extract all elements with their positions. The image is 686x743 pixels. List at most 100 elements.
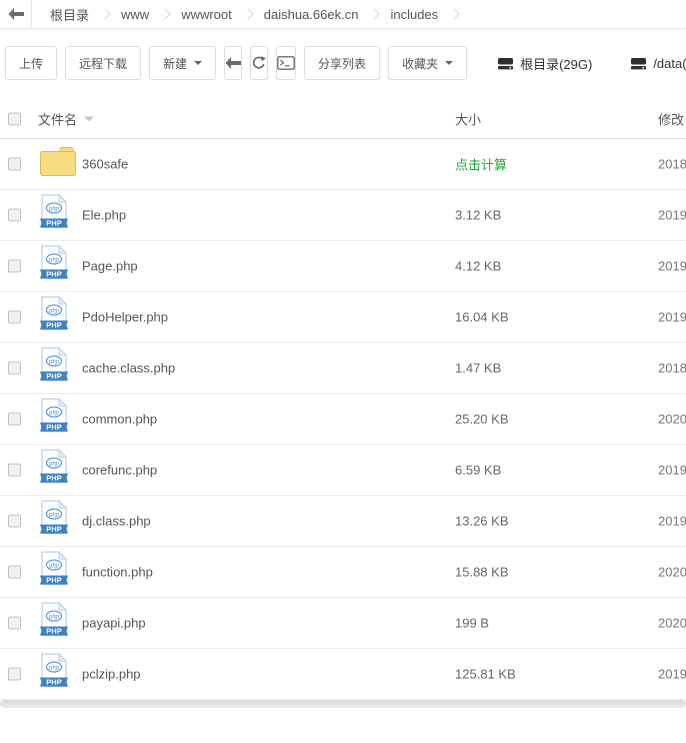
table-row[interactable]: php PHP common.php 25.20 KB 2020 (0, 394, 686, 445)
favorites-button-label: 收藏夹 (402, 55, 438, 72)
column-header-size[interactable]: 大小 (455, 109, 481, 128)
terminal-button[interactable] (276, 46, 296, 80)
row-checkbox[interactable] (8, 668, 21, 681)
new-dropdown-button[interactable]: 新建 (149, 46, 216, 80)
breadcrumb-item-wwwroot[interactable]: wwwroot (167, 7, 246, 22)
svg-text:PHP: PHP (46, 474, 61, 483)
svg-text:PHP: PHP (46, 576, 61, 585)
file-size: 1.47 KB (455, 361, 501, 376)
caret-down-icon (445, 61, 453, 65)
file-name[interactable]: corefunc.php (82, 463, 157, 478)
file-manager: 根目录 www wwwroot daishua.66ek.cn includes… (0, 0, 686, 743)
table-row[interactable]: php PHP corefunc.php 6.59 KB 2019 (0, 445, 686, 496)
table-row[interactable]: php PHP function.php 15.88 KB 2020 (0, 547, 686, 598)
php-file-icon: php PHP (39, 296, 69, 339)
file-modified: 2020 (658, 412, 686, 427)
php-file-icon: php PHP (39, 653, 69, 696)
file-name[interactable]: function.php (82, 565, 153, 580)
file-name[interactable]: Ele.php (82, 208, 126, 223)
hard-drive-icon (497, 56, 514, 71)
row-checkbox[interactable] (8, 158, 21, 171)
table-row[interactable]: php PHP payapi.php 199 B 2020 (0, 598, 686, 649)
favorites-dropdown-button[interactable]: 收藏夹 (388, 46, 467, 80)
row-checkbox[interactable] (8, 311, 21, 324)
row-checkbox[interactable] (8, 413, 21, 426)
remote-download-button-label: 远程下载 (79, 55, 127, 72)
disk-data[interactable]: /data(5 (630, 56, 686, 71)
svg-text:PHP: PHP (46, 321, 61, 330)
file-name[interactable]: payapi.php (82, 616, 146, 631)
file-name[interactable]: PdoHelper.php (82, 310, 168, 325)
file-name[interactable]: pclzip.php (82, 667, 141, 682)
breadcrumb: 根目录 www wwwroot daishua.66ek.cn includes (0, 0, 686, 29)
row-checkbox[interactable] (8, 362, 21, 375)
go-back-button[interactable] (224, 46, 242, 80)
svg-text:php: php (48, 410, 60, 416)
svg-text:php: php (48, 359, 60, 365)
refresh-icon (251, 55, 267, 71)
arrow-left-icon (225, 57, 241, 69)
svg-text:PHP: PHP (46, 423, 61, 432)
file-name[interactable]: cache.class.php (82, 361, 175, 376)
row-checkbox[interactable] (8, 464, 21, 477)
table-row[interactable]: 360safe 点击计算 2018 (0, 139, 686, 190)
file-size: 16.04 KB (455, 310, 509, 325)
row-checkbox[interactable] (8, 617, 21, 630)
file-name[interactable]: dj.class.php (82, 514, 151, 529)
svg-text:php: php (48, 461, 60, 467)
file-name[interactable]: 360safe (82, 157, 128, 172)
breadcrumb-item-www[interactable]: www (107, 7, 163, 22)
file-modified: 2020 (658, 565, 686, 580)
share-list-button-label: 分享列表 (318, 55, 366, 72)
upload-button[interactable]: 上传 (5, 46, 57, 80)
file-modified: 2018 (658, 157, 686, 172)
refresh-button[interactable] (250, 46, 268, 80)
row-checkbox[interactable] (8, 260, 21, 273)
file-modified: 2019 (658, 463, 686, 478)
row-checkbox[interactable] (8, 566, 21, 579)
file-name[interactable]: common.php (82, 412, 157, 427)
table-row[interactable]: php PHP dj.class.php 13.26 KB 2019 (0, 496, 686, 547)
breadcrumb-item-root[interactable]: 根目录 (36, 5, 103, 24)
file-size: 13.26 KB (455, 514, 509, 529)
breadcrumb-item-includes[interactable]: includes (376, 7, 452, 22)
table-body: 360safe 点击计算 2018 php PHP Ele.ph (0, 139, 686, 700)
table-row[interactable]: php PHP Ele.php 3.12 KB 2019 (0, 190, 686, 241)
toolbar: 上传 远程下载 新建 分享列表 (5, 45, 686, 81)
file-modified: 2019 (658, 208, 686, 223)
svg-text:php: php (48, 563, 60, 569)
table-row[interactable]: php PHP Page.php 4.12 KB 2019 (0, 241, 686, 292)
svg-text:PHP: PHP (46, 270, 61, 279)
file-name[interactable]: Page.php (82, 259, 138, 274)
calculate-size-link[interactable]: 点击计算 (455, 155, 507, 174)
disk-root[interactable]: 根目录(29G) (497, 54, 592, 73)
column-header-filename[interactable]: 文件名 (38, 109, 94, 128)
table-row[interactable]: php PHP pclzip.php 125.81 KB 2019 (0, 649, 686, 700)
php-file-icon: php PHP (39, 449, 69, 492)
new-button-label: 新建 (163, 55, 187, 72)
svg-text:php: php (48, 512, 60, 518)
breadcrumb-item-site[interactable]: daishua.66ek.cn (250, 7, 373, 22)
disk-data-label: /data(5 (653, 56, 686, 71)
share-list-button[interactable]: 分享列表 (304, 46, 380, 80)
horizontal-scrollbar[interactable] (0, 700, 686, 708)
row-checkbox[interactable] (8, 515, 21, 528)
file-size: 199 B (455, 616, 489, 631)
table-row[interactable]: php PHP cache.class.php 1.47 KB 2018 (0, 343, 686, 394)
php-file-icon: php PHP (39, 500, 69, 543)
select-all-checkbox[interactable] (8, 112, 21, 125)
column-header-modified[interactable]: 修改 (658, 109, 684, 128)
row-checkbox[interactable] (8, 209, 21, 222)
php-file-icon: php PHP (39, 245, 69, 288)
file-modified: 2018 (658, 361, 686, 376)
back-button[interactable] (0, 0, 32, 28)
caret-down-icon (194, 61, 202, 65)
svg-text:PHP: PHP (46, 219, 61, 228)
php-file-icon: php PHP (39, 347, 69, 390)
file-size: 3.12 KB (455, 208, 501, 223)
remote-download-button[interactable]: 远程下载 (65, 46, 141, 80)
table-row[interactable]: php PHP PdoHelper.php 16.04 KB 2019 (0, 292, 686, 343)
file-modified: 2019 (658, 667, 686, 682)
terminal-icon (277, 56, 295, 70)
file-size: 4.12 KB (455, 259, 501, 274)
